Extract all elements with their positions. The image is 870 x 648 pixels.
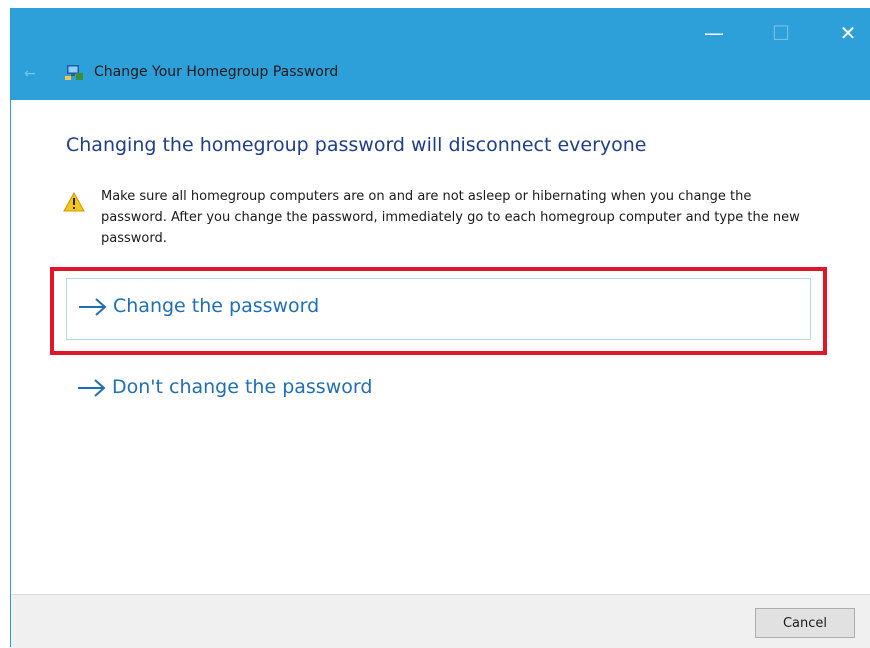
footer-bar: Cancel xyxy=(11,594,870,648)
close-button[interactable]: ✕ xyxy=(833,20,863,46)
window-title: Change Your Homegroup Password xyxy=(94,64,339,80)
title-bar: — ☐ ✕ ← Change Your Homegroup Password xyxy=(11,8,870,100)
page-heading: Changing the homegroup password will dis… xyxy=(66,134,647,156)
arrow-right-icon xyxy=(78,379,106,397)
dialog-window: — ☐ ✕ ← Change Your Homegroup Password C… xyxy=(10,8,870,648)
back-icon[interactable]: ← xyxy=(24,66,36,82)
warning-icon xyxy=(63,192,85,212)
cancel-button[interactable]: Cancel xyxy=(755,608,855,638)
warning-text: Make sure all homegroup computers are on… xyxy=(101,189,800,246)
change-password-label[interactable]: Change the password xyxy=(113,295,319,317)
dont-change-password-option[interactable]: Don't change the password xyxy=(66,360,811,422)
minimize-button[interactable]: — xyxy=(699,20,729,46)
change-password-option[interactable]: Change the password xyxy=(66,278,811,340)
maximize-button[interactable]: ☐ xyxy=(766,20,796,46)
arrow-right-icon xyxy=(79,298,107,316)
dont-change-password-label[interactable]: Don't change the password xyxy=(112,376,372,398)
homegroup-icon xyxy=(65,65,83,80)
